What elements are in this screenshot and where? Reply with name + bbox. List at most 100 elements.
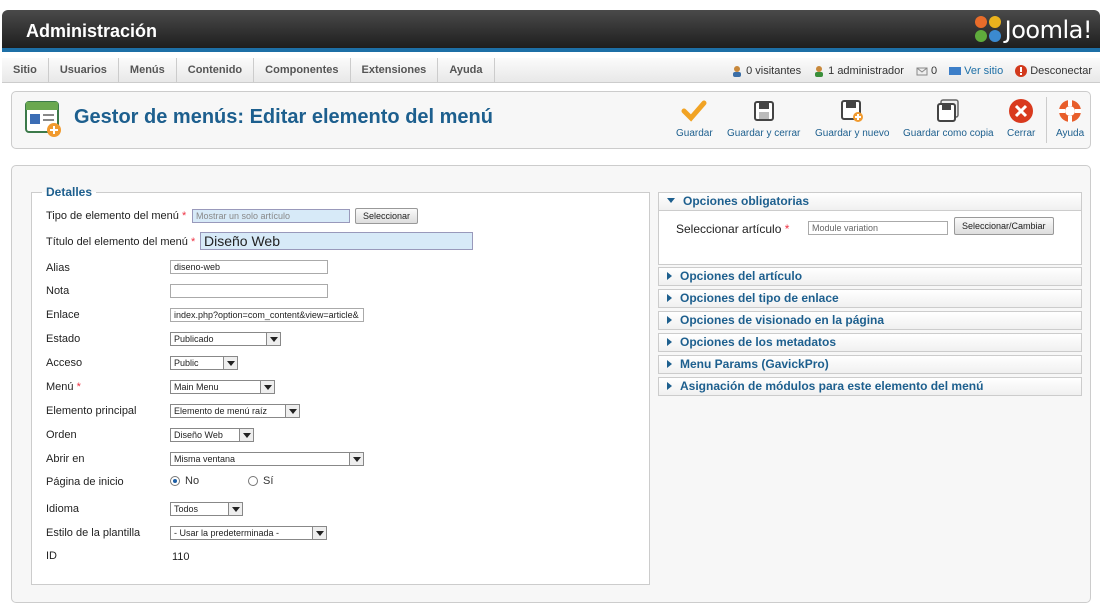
panel-link-type-options[interactable]: Opciones del tipo de enlace <box>658 289 1082 308</box>
radio-checked-icon[interactable] <box>170 476 180 487</box>
menu-ayuda[interactable]: Ayuda <box>438 58 495 83</box>
style-label: Estilo de la plantilla <box>46 527 141 539</box>
panel-menu-params-title: Menu Params (GavickPro) <box>680 357 829 371</box>
panel-page-display-title: Opciones de visionado en la página <box>680 313 885 327</box>
triangle-right-icon <box>667 338 672 346</box>
save-button[interactable]: Guardar <box>676 98 713 139</box>
save-new-button[interactable]: Guardar y nuevo <box>815 98 890 139</box>
parent-select[interactable]: Elemento de menú raíz <box>170 404 300 418</box>
view-site-label: Ver sitio <box>964 64 1004 77</box>
open-select[interactable]: Misma ventana <box>170 452 364 466</box>
alias-label: Alias <box>46 262 70 274</box>
title-input[interactable]: Diseño Web <box>200 232 473 250</box>
help-label: Ayuda <box>1056 128 1085 139</box>
save-close-label: Guardar y cerrar <box>727 128 801 139</box>
save-new-icon <box>841 100 864 122</box>
order-select[interactable]: Diseño Web <box>170 428 254 442</box>
toolbar-divider <box>1046 97 1047 143</box>
type-input[interactable]: Mostrar un solo artículo <box>192 209 350 223</box>
parent-value: Elemento de menú raíz <box>174 406 268 416</box>
alias-input[interactable]: diseno-web <box>170 260 328 274</box>
chevron-down-icon <box>239 429 253 441</box>
chevron-down-icon <box>312 527 326 539</box>
save-icon <box>753 101 774 121</box>
lang-value: Todos <box>174 504 199 514</box>
close-label: Cerrar <box>1007 128 1036 139</box>
messages-status[interactable]: 0 <box>916 65 937 77</box>
triangle-right-icon <box>667 316 672 324</box>
checkmark-icon <box>681 100 707 122</box>
panel-article-options[interactable]: Opciones del artículo <box>658 267 1082 286</box>
menu-select[interactable]: Main Menu <box>170 380 275 394</box>
select-type-button[interactable]: Seleccionar <box>355 208 419 224</box>
note-input[interactable] <box>170 284 328 298</box>
menu-contenido[interactable]: Contenido <box>177 58 255 83</box>
admins-icon <box>815 65 824 77</box>
type-label-text: Tipo de elemento del menú <box>46 210 179 222</box>
title-label: Título del elemento del menú * <box>46 236 196 248</box>
logout-link[interactable]: Desconectar <box>1015 64 1092 77</box>
lang-select[interactable]: Todos <box>170 502 243 516</box>
monitor-icon <box>949 66 962 75</box>
menu-extensiones[interactable]: Extensiones <box>351 58 439 83</box>
menu-usuarios[interactable]: Usuarios <box>49 58 119 83</box>
panel-module-assignment[interactable]: Asignación de módulos para este elemento… <box>658 377 1082 396</box>
home-yes-label: Sí <box>263 475 274 487</box>
link-label: Enlace <box>46 309 80 321</box>
home-no-option[interactable]: No <box>170 475 199 487</box>
select-change-button[interactable]: Seleccionar/Cambiar <box>954 217 1054 235</box>
home-no-label: No <box>185 475 200 487</box>
panel-required-title: Opciones obligatorias <box>683 194 810 208</box>
article-input[interactable]: Module variation <box>808 221 948 235</box>
triangle-right-icon <box>667 360 672 368</box>
chevron-down-icon <box>349 453 363 465</box>
logout-icon <box>1015 64 1028 77</box>
save-copy-icon <box>937 99 960 122</box>
save-copy-label: Guardar como copia <box>903 128 994 139</box>
lang-label: Idioma <box>46 503 80 515</box>
menu-componentes[interactable]: Componentes <box>254 58 351 83</box>
main-menubar: Sitio Usuarios Menús Contenido Component… <box>2 58 1100 83</box>
admin-title: Administración <box>26 21 158 41</box>
visitors-status: 0 visitantes <box>731 65 801 77</box>
triangle-right-icon <box>667 382 672 390</box>
save-new-label: Guardar y nuevo <box>815 128 890 139</box>
save-close-button[interactable]: Guardar y cerrar <box>727 98 800 139</box>
state-select[interactable]: Publicado <box>170 332 281 346</box>
main-content: Detalles Tipo de elemento del menú * Mos… <box>11 165 1091 603</box>
panel-module-assignment-title: Asignación de módulos para este elemento… <box>680 379 984 393</box>
save-copy-button[interactable]: Guardar como copia <box>903 98 994 139</box>
joomla-logo-icon <box>974 16 1003 44</box>
admins-count: 1 administrador <box>828 64 904 77</box>
toolbar: Gestor de menús: Editar elemento del men… <box>11 91 1091 149</box>
close-button[interactable]: Cerrar <box>1007 98 1035 139</box>
link-input[interactable]: index.php?option=com_content&view=articl… <box>170 308 364 322</box>
panel-metadata-options[interactable]: Opciones de los metadatos <box>658 333 1082 352</box>
panel-page-display-options[interactable]: Opciones de visionado en la página <box>658 311 1082 330</box>
order-label: Orden <box>46 429 77 441</box>
home-yes-option[interactable]: Sí <box>248 475 273 487</box>
style-select[interactable]: - Usar la predeterminada - <box>170 526 327 540</box>
access-select[interactable]: Public <box>170 356 238 370</box>
radio-unchecked-icon[interactable] <box>248 476 258 487</box>
menu-sitio[interactable]: Sitio <box>2 58 49 83</box>
panel-required-options[interactable]: Opciones obligatorias <box>658 192 1082 211</box>
access-value: Public <box>174 358 199 368</box>
article-label: Seleccionar artículo * <box>676 222 790 236</box>
chevron-down-icon <box>285 405 299 417</box>
panel-article-title: Opciones del artículo <box>680 269 803 283</box>
home-label: Página de inicio <box>46 476 124 488</box>
chevron-down-icon <box>266 333 280 345</box>
menu-menus[interactable]: Menús <box>119 58 177 83</box>
chevron-down-icon <box>260 381 274 393</box>
view-site-link[interactable]: Ver sitio <box>949 65 1003 77</box>
admins-status: 1 administrador <box>813 65 904 77</box>
status-area: 0 visitantes 1 administrador 0 Ver sitio… <box>719 58 1092 83</box>
open-label: Abrir en <box>46 453 85 465</box>
panel-menu-params[interactable]: Menu Params (GavickPro) <box>658 355 1082 374</box>
logout-label: Desconectar <box>1030 64 1092 77</box>
type-label: Tipo de elemento del menú * <box>46 210 187 222</box>
page-title: Gestor de menús: Editar elemento del men… <box>74 106 493 128</box>
triangle-right-icon <box>667 294 672 302</box>
help-button[interactable]: Ayuda <box>1056 98 1084 139</box>
